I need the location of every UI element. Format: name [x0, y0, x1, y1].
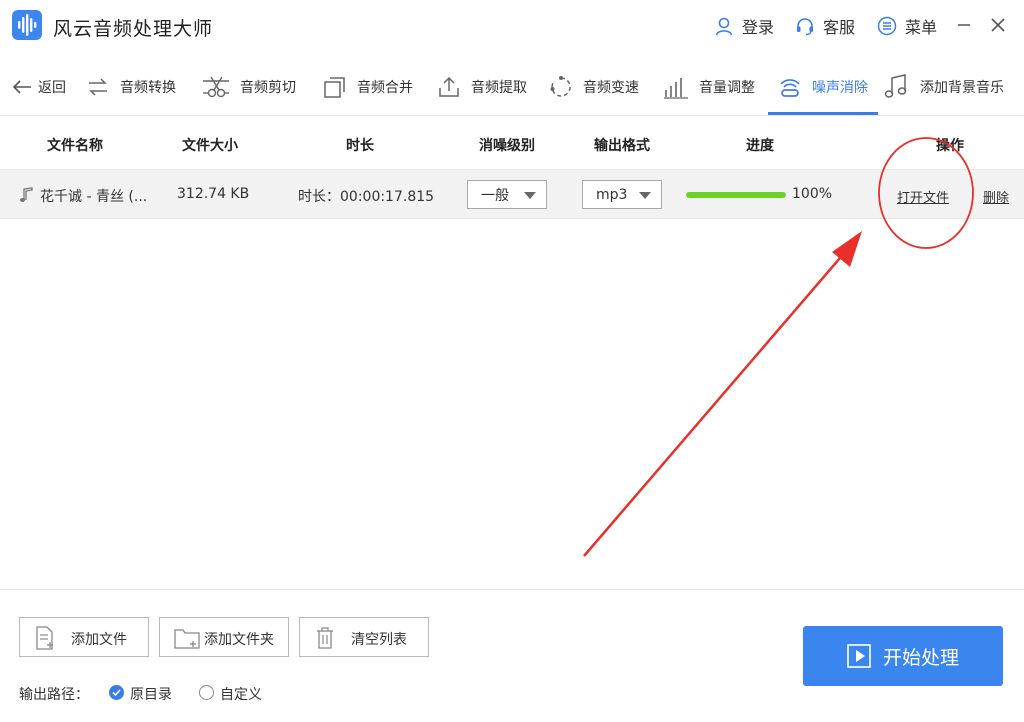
add-file-button[interactable]: 添加文件	[19, 617, 149, 657]
tool-volume-adjust[interactable]: 音量调整	[663, 58, 755, 116]
column-file-size: 文件大小	[182, 138, 238, 154]
tool-audio-speed[interactable]: 音频变速	[549, 58, 639, 116]
column-progress: 进度	[746, 138, 774, 154]
merge-icon	[324, 77, 345, 98]
minimize-button[interactable]	[952, 12, 976, 38]
trash-icon	[317, 627, 333, 649]
menu-list-icon	[877, 16, 897, 36]
file-duration: 时长：00:00:17.815	[298, 189, 435, 205]
play-icon	[847, 644, 871, 668]
tool-audio-extract[interactable]: 音频提取	[437, 58, 527, 116]
tool-audio-merge[interactable]: 音频合并	[323, 58, 413, 116]
file-table-header: 文件名称 文件大小 时长 消噪级别 输出格式 进度 操作	[0, 118, 1024, 168]
clear-list-button[interactable]: 清空列表	[299, 617, 429, 657]
file-size: 312.74 KB	[177, 186, 250, 202]
progress-bar-fill	[686, 192, 786, 198]
noise-level-value: 一般	[481, 187, 509, 204]
service-label: 客服	[823, 18, 856, 37]
file-name: 花千诚 - 青丝 (...	[40, 189, 148, 205]
tool-label: 音频提取	[471, 80, 527, 96]
check-icon	[112, 689, 121, 697]
start-processing-button[interactable]: 开始处理	[803, 626, 1003, 686]
tool-label: 添加背景音乐	[920, 80, 1004, 96]
chevron-down-icon	[639, 192, 651, 199]
menu-button[interactable]: 菜单	[877, 14, 937, 38]
column-output-format: 输出格式	[594, 138, 650, 154]
back-button[interactable]: 返回	[12, 58, 66, 116]
tool-audio-cut[interactable]: 音频剪切	[202, 58, 296, 116]
function-toolbar: 返回 音频转换 音频剪切 音频合并 音频提取 音频变速 音量调整 噪声消除 添加…	[0, 58, 1024, 116]
output-format-value: mp3	[596, 186, 628, 203]
tool-audio-convert[interactable]: 音频转换	[86, 58, 176, 116]
music-file-icon	[20, 187, 33, 202]
app-logo-icon	[12, 10, 42, 40]
noise-level-select[interactable]: 一般	[467, 180, 547, 209]
tool-add-bgm[interactable]: 添加背景音乐	[884, 58, 1004, 116]
service-button[interactable]: 客服	[795, 14, 855, 38]
divider	[0, 589, 1024, 590]
tool-label: 音频变速	[583, 80, 639, 96]
column-actions: 操作	[936, 138, 964, 154]
tool-label: 噪声消除	[812, 80, 868, 96]
arrow-left-icon	[12, 80, 31, 94]
add-folder-button[interactable]: 添加文件夹	[159, 617, 289, 657]
radio-original-directory[interactable]	[109, 685, 124, 700]
close-icon	[991, 18, 1005, 32]
noise-wave-icon	[780, 79, 800, 97]
convert-icon	[89, 78, 107, 96]
music-note-icon	[884, 74, 907, 98]
scissors-icon	[203, 76, 229, 98]
add-folder-label: 添加文件夹	[204, 632, 274, 648]
close-button[interactable]	[986, 12, 1010, 38]
speed-circle-icon	[550, 76, 571, 97]
menu-label: 菜单	[905, 18, 938, 37]
headset-icon	[797, 18, 813, 36]
title-bar: 风云音频处理大师 登录 客服 菜单	[0, 0, 1024, 52]
table-row[interactable]: 花千诚 - 青丝 (... 312.74 KB 时长：00:00:17.815 …	[0, 169, 1024, 219]
open-file-link[interactable]: 打开文件	[897, 187, 949, 206]
progress-text: 100%	[792, 186, 833, 202]
arrow-head	[832, 231, 862, 267]
clear-list-label: 清空列表	[351, 632, 407, 648]
user-icon	[715, 17, 733, 36]
upload-icon	[439, 76, 459, 97]
back-label: 返回	[38, 80, 66, 96]
minimize-icon	[958, 24, 970, 26]
column-file-name: 文件名称	[47, 138, 103, 154]
output-path-label: 输出路径：	[19, 687, 89, 703]
tool-label: 音频剪切	[240, 80, 296, 96]
volume-bars-icon	[664, 78, 688, 99]
add-folder-icon	[174, 629, 200, 649]
tool-label: 音量调整	[699, 80, 755, 96]
tool-noise-removal[interactable]: 噪声消除	[778, 58, 868, 116]
delete-link[interactable]: 删除	[983, 187, 1009, 206]
add-file-label: 添加文件	[71, 632, 127, 648]
radio-custom-directory[interactable]	[199, 685, 214, 700]
arrow-shaft	[583, 243, 853, 557]
login-label: 登录	[742, 18, 775, 37]
tool-label: 音频合并	[357, 80, 413, 96]
tool-label: 音频转换	[120, 80, 176, 96]
app-title: 风云音频处理大师	[53, 18, 214, 40]
radio-original-label[interactable]: 原目录	[130, 684, 172, 704]
column-noise-level: 消噪级别	[479, 138, 535, 154]
login-button[interactable]: 登录	[714, 14, 774, 38]
active-tab-indicator	[768, 112, 878, 115]
column-duration: 时长	[346, 138, 374, 154]
add-file-icon	[36, 626, 53, 650]
chevron-down-icon	[524, 192, 536, 199]
output-format-select[interactable]: mp3	[582, 180, 662, 209]
start-processing-label: 开始处理	[882, 646, 959, 669]
progress-bar	[686, 192, 786, 198]
radio-custom-label[interactable]: 自定义	[220, 684, 262, 704]
